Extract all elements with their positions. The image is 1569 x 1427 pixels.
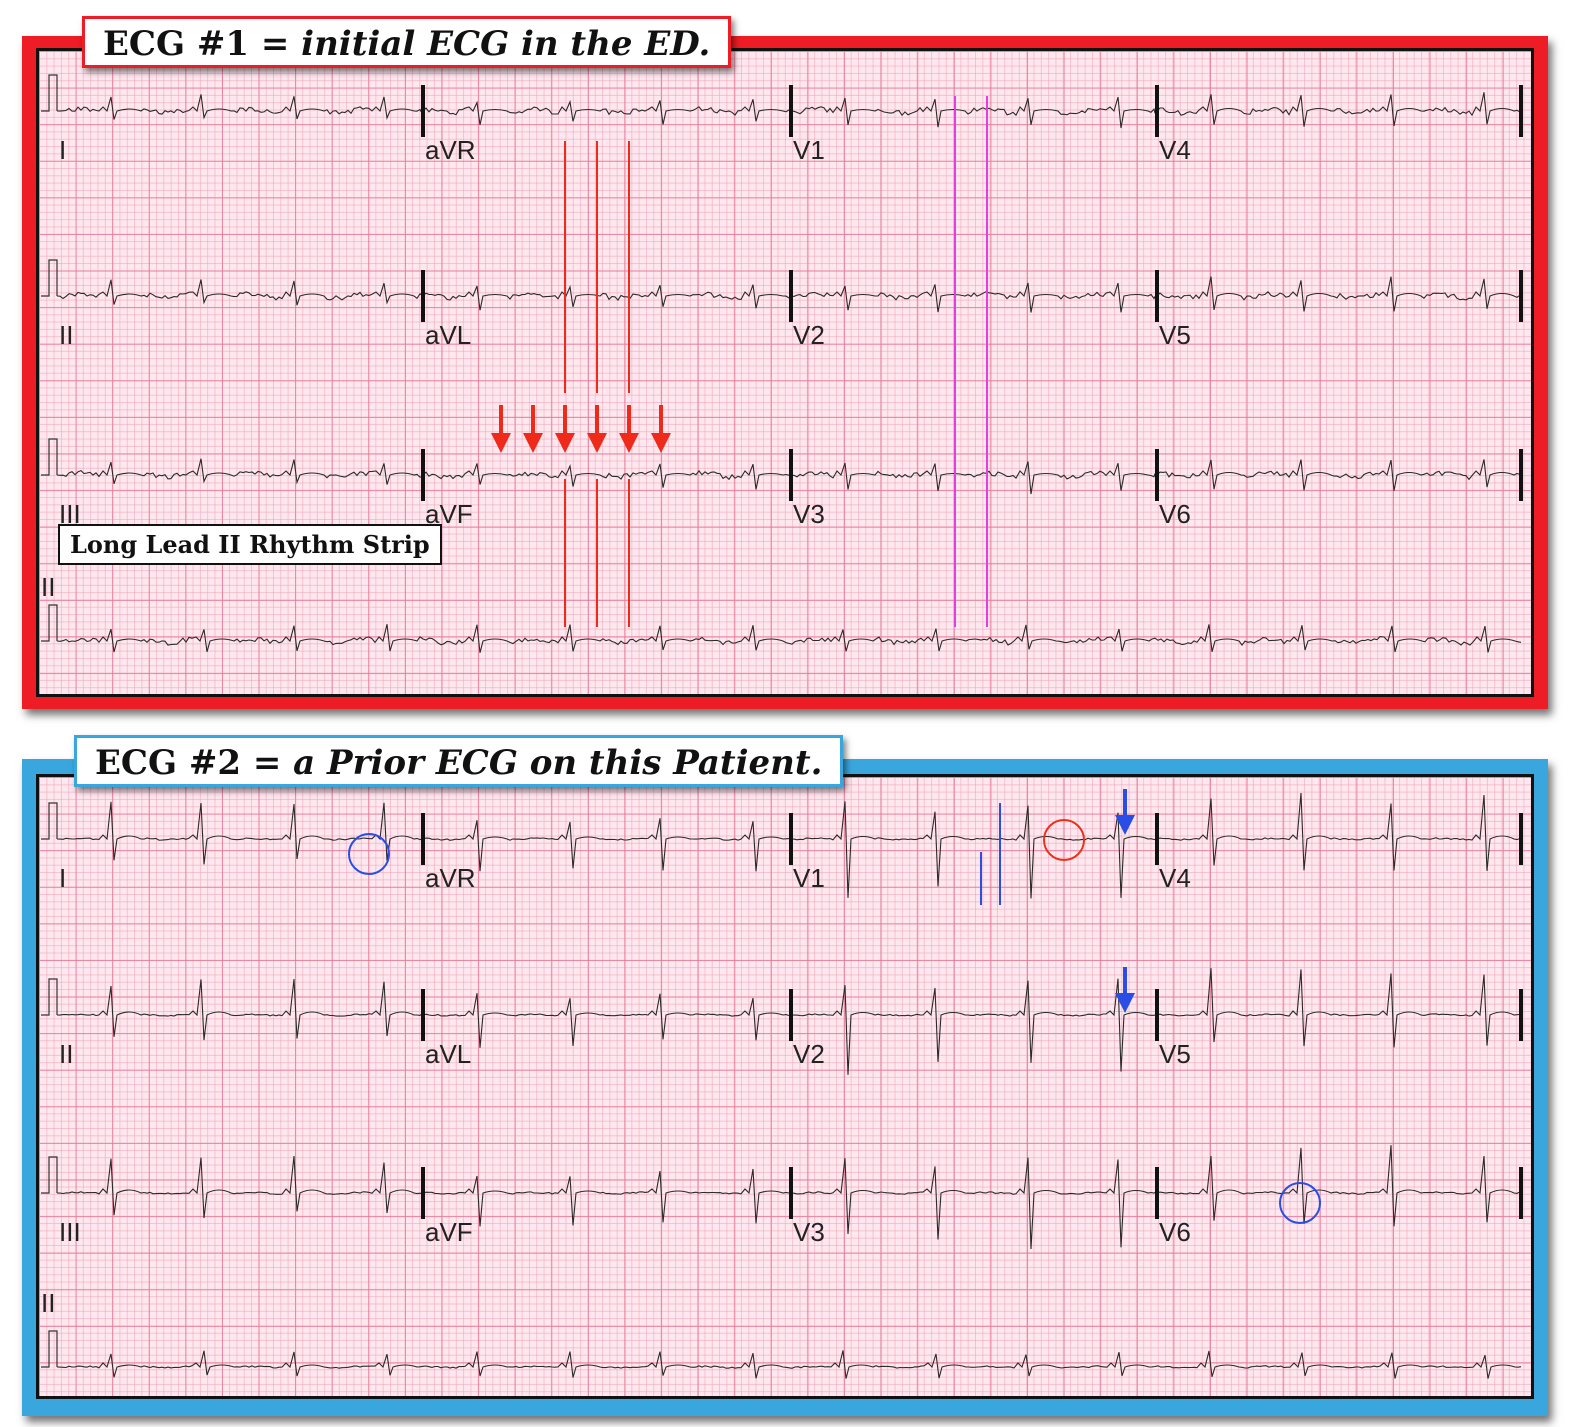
ecg2-tracing-III: [56, 1155, 422, 1219]
ecg1-tracing-I: [56, 94, 422, 121]
ecg2-lead-label: II: [41, 1288, 55, 1318]
ecg2-lead-label: aVL: [425, 1039, 471, 1069]
ecg1-tracing-III: [56, 458, 422, 485]
ecg2-lead-label: V1: [793, 863, 825, 893]
ecg2-lead-label: II: [59, 1039, 73, 1069]
ecg1-lead-label: V1: [793, 135, 825, 165]
ecg2-tracing-aVL: [422, 993, 790, 1048]
ecg1-lead-label: V4: [1159, 135, 1191, 165]
ecg2-cal-pulse: [41, 1156, 58, 1194]
ecg1-lead-label: V3: [793, 499, 825, 529]
ecg1-lead-label: aVL: [425, 320, 471, 350]
ecg1-tracing-long-II: [56, 624, 1522, 653]
ecg1-tracing-V3: [790, 461, 1156, 495]
ecg2-title-italic: a Prior ECG on this Patient.: [293, 743, 823, 783]
ecg2-tracing-V5: [1156, 968, 1520, 1048]
ecg2-lead-label: V2: [793, 1039, 825, 1069]
ecg1-lead-label: V5: [1159, 320, 1191, 350]
ecg1-cal-pulse: [41, 604, 58, 642]
ecg2-tracing-long-II: [56, 1350, 1522, 1379]
ecg2-lead-label: aVR: [425, 863, 476, 893]
ecg1-lead-label: V2: [793, 320, 825, 350]
ecg2-tracing-I: [56, 801, 422, 865]
ecg1-panel: IaVR V1 V4 II aVL V2 V5 III aVF V3 V6 II: [22, 36, 1548, 709]
ecg2-tracing-V2: [790, 978, 1156, 1075]
ecg2-tracing-II: [56, 978, 422, 1041]
ecg1-tracing-II: [56, 279, 422, 306]
ecg1-tracing-aVF: [422, 463, 790, 490]
ecg1-cal-pulse: [41, 259, 58, 297]
ecg1-cal-pulse: [41, 438, 58, 476]
ecg1-tracing-V6: [1156, 459, 1520, 491]
ecg2-blue-circle: [348, 833, 390, 875]
ecg2-lead-label: V5: [1159, 1039, 1191, 1069]
ecg1-lead-label: I: [59, 135, 66, 165]
ecg1-title-italic: initial ECG in the ED.: [301, 24, 711, 64]
ecg1-tracing-aVR: [422, 99, 790, 126]
ecg2-lead-label: aVF: [425, 1217, 473, 1247]
ecg1-tracing-V1: [790, 96, 1156, 129]
ecg2-tracings: IaVR V1 V4 II aVL V2 V5 III aVF V3 V6 II: [41, 789, 1523, 1379]
ecg1-red-arrowhead: [523, 433, 543, 453]
ecg2-title-prefix: ECG #2 =: [95, 743, 294, 783]
ecg1-lead-label: II: [59, 320, 73, 350]
ecg2-lead-label: III: [59, 1217, 81, 1247]
ecg1-lead-label: II: [41, 572, 55, 602]
ecg1-red-arrowhead: [619, 433, 639, 453]
ecg2-cal-pulse: [41, 1330, 58, 1368]
ecg1-rhythm-strip-label: Long Lead II Rhythm Strip: [58, 524, 442, 565]
ecg2-lead-label: V3: [793, 1217, 825, 1247]
ecg2-title: ECG #2 = a Prior ECG on this Patient.: [74, 735, 844, 787]
ecg2-tracing-V3: [790, 1157, 1156, 1250]
ecg1-red-arrowhead: [651, 433, 671, 453]
ecg2-tracing-V4: [1156, 792, 1520, 871]
ecg2-lead-label: V4: [1159, 863, 1191, 893]
ecg2-cal-pulse: [41, 802, 58, 840]
ecg2-panel: IaVR V1 V4 II aVL V2 V5 III aVF V3 V6 II: [22, 759, 1548, 1416]
ecg1-title: ECG #1 = initial ECG in the ED.: [82, 16, 732, 68]
ecg2-lead-label: V6: [1159, 1217, 1191, 1247]
ecg1-red-arrowhead: [587, 433, 607, 453]
ecg2-lead-label: I: [59, 863, 66, 893]
ecg2-blue-arrowhead: [1115, 993, 1135, 1013]
ecg1-grid: IaVR V1 V4 II aVL V2 V5 III aVF V3 V6 II: [36, 48, 1534, 697]
ecg2-cal-pulse: [41, 978, 58, 1016]
ecg1-tracing-V2: [790, 282, 1156, 313]
ecg1-tracing-V4: [1156, 92, 1520, 127]
ecg2-tracing-aVR: [422, 818, 790, 872]
ecg1-tracing-aVL: [422, 284, 790, 311]
ecg2-tracing-aVF: [422, 1168, 790, 1227]
ecg1-tracing-V5: [1156, 276, 1520, 312]
ecg1-red-arrowhead: [555, 433, 575, 453]
ecg2-tracing-V6: [1156, 1145, 1520, 1227]
ecg1-cal-pulse: [41, 74, 58, 112]
ecg1-tracings: IaVR V1 V4II aVL V2 V5III aVF V3 V6II: [41, 74, 1523, 653]
ecg2-grid: IaVR V1 V4 II aVL V2 V5 III aVF V3 V6 II: [36, 774, 1534, 1399]
ecg2-blue-circle: [1279, 1182, 1321, 1224]
ecg1-title-prefix: ECG #1 =: [103, 24, 302, 64]
ecg1-lead-label: aVR: [425, 135, 476, 165]
ecg2-tracing-V1: [790, 801, 1156, 899]
ecg1-red-arrowhead: [491, 433, 511, 453]
ecg1-lead-label: V6: [1159, 499, 1191, 529]
